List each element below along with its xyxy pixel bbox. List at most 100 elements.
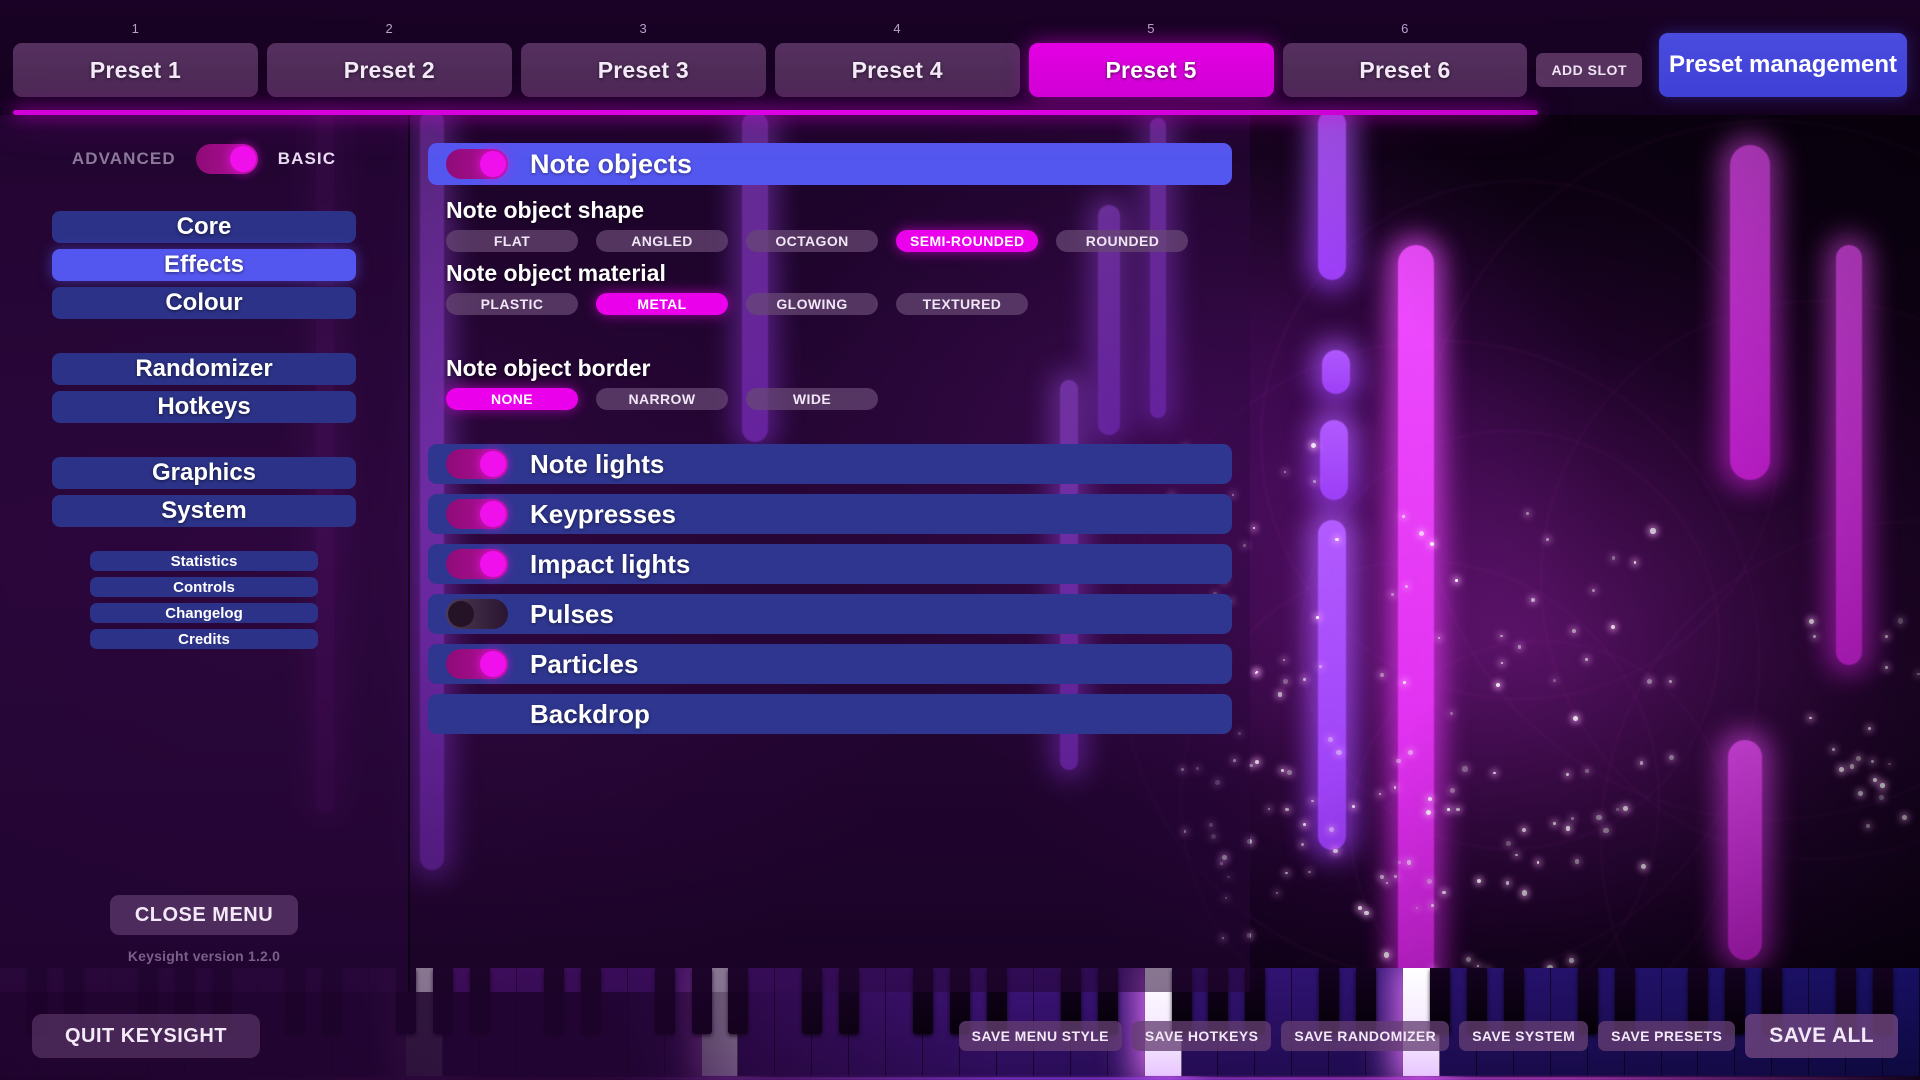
sidebar-subitem-changelog[interactable]: Changelog <box>90 603 318 623</box>
option-group-spacer <box>428 323 1232 349</box>
preset-slot-number: 5 <box>1147 21 1155 36</box>
preset-management-button[interactable]: Preset management <box>1659 33 1907 97</box>
close-menu-button[interactable]: CLOSE MENU <box>110 895 298 935</box>
toggle-note-lights[interactable] <box>446 449 508 479</box>
add-slot-button[interactable]: ADD SLOT <box>1536 53 1642 87</box>
toggle-pulses[interactable] <box>446 599 508 629</box>
option-chip-rounded[interactable]: ROUNDED <box>1056 230 1189 252</box>
app-window: 1 Preset 1 2 Preset 2 3 Preset 3 4 Preset 4 5 Pre… <box>0 0 1920 1080</box>
particle-spark <box>1868 726 1872 730</box>
preset-slot-number: 3 <box>639 21 648 36</box>
sidebar-item-graphics[interactable]: Graphics <box>52 457 356 489</box>
option-chip-row: PLASTIC METAL GLOWING TEXTURED <box>446 293 1232 315</box>
preset-slot: 5 Preset 5 <box>1028 21 1274 97</box>
particle-spark <box>1646 678 1652 685</box>
setting-row-label: Impact lights <box>530 548 691 579</box>
particle-spark <box>1499 634 1503 638</box>
save-presets-button[interactable]: SAVE PRESETS <box>1598 1021 1736 1051</box>
particle-spark <box>1553 822 1556 825</box>
particle-spark <box>1878 794 1884 800</box>
note-objects-toggle-knob <box>480 151 506 177</box>
particle-spark <box>1407 860 1412 865</box>
option-chip-glowing[interactable]: GLOWING <box>746 293 878 315</box>
preset-slot-number: 1 <box>131 21 140 36</box>
option-chip-none[interactable]: NONE <box>446 388 578 410</box>
particle-spark <box>1391 593 1394 596</box>
section-header-note-objects[interactable]: Note objects <box>428 143 1232 185</box>
preset-slot-number: 2 <box>385 21 394 36</box>
quit-keysight-button[interactable]: QUIT KEYSIGHT <box>32 1014 260 1058</box>
sidebar-subitem-controls[interactable]: Controls <box>90 577 318 597</box>
sidebar-item-randomizer[interactable]: Randomizer <box>52 353 356 385</box>
particle-spark <box>1449 787 1455 793</box>
particle-spark <box>1312 480 1316 484</box>
particle-spark <box>1447 808 1451 811</box>
particle-spark <box>1426 878 1433 884</box>
preset-slot: 4 Preset 4 <box>774 21 1020 97</box>
preset-button-4[interactable]: Preset 4 <box>774 43 1020 97</box>
particle-spark <box>1571 629 1576 634</box>
note-objects-toggle[interactable] <box>446 149 508 179</box>
save-menu-style-button[interactable]: SAVE MENU STYLE <box>958 1021 1122 1051</box>
setting-row-label: Particles <box>530 648 639 679</box>
setting-row-pulses[interactable]: Pulses <box>428 594 1232 634</box>
option-chip-flat[interactable]: FLAT <box>446 230 578 252</box>
preset-bar-underline <box>13 110 1538 115</box>
particle-spark <box>1380 672 1385 677</box>
particle-spark <box>1574 859 1580 864</box>
preset-button-6[interactable]: Preset 6 <box>1282 43 1528 97</box>
option-chip-metal[interactable]: METAL <box>596 293 728 315</box>
preset-button-2[interactable]: Preset 2 <box>266 43 512 97</box>
sidebar-item-effects[interactable]: Effects <box>52 249 356 281</box>
particle-spark <box>1398 860 1401 864</box>
mode-toggle[interactable] <box>195 144 258 174</box>
save-all-button[interactable]: SAVE ALL <box>1745 1014 1898 1058</box>
preset-button-1[interactable]: Preset 1 <box>13 43 258 97</box>
option-chip-plastic[interactable]: PLASTIC <box>446 293 578 315</box>
preset-slot: 1 Preset 1 <box>13 21 258 97</box>
save-system-button[interactable]: SAVE SYSTEM <box>1459 1021 1589 1051</box>
save-randomizer-button[interactable]: SAVE RANDOMIZER <box>1281 1021 1450 1051</box>
falling-note-bar <box>1322 350 1350 394</box>
sidebar-item-core[interactable]: Core <box>52 211 356 243</box>
toggle-keypresses[interactable] <box>446 499 508 529</box>
toggle-impact-lights[interactable] <box>446 549 508 579</box>
sidebar-item-colour[interactable]: Colour <box>52 287 356 319</box>
option-chip-angled[interactable]: ANGLED <box>596 230 728 252</box>
save-hotkeys-button[interactable]: SAVE HOTKEYS <box>1131 1021 1272 1051</box>
particle-spark <box>1639 761 1644 765</box>
particle-spark <box>1334 537 1339 542</box>
particle-spark <box>1283 679 1288 684</box>
setting-row-keypresses[interactable]: Keypresses <box>428 494 1232 534</box>
toggle-rows: Note lights Keypresses Impact lights Pulses… <box>428 444 1232 734</box>
particle-spark <box>1572 716 1578 722</box>
particle-spark <box>1462 766 1468 772</box>
option-chip-wide[interactable]: WIDE <box>746 388 878 410</box>
particle-spark <box>1425 809 1431 815</box>
sidebar-subitem-statistics[interactable]: Statistics <box>90 551 318 571</box>
option-chip-octagon[interactable]: OCTAGON <box>746 230 878 252</box>
preset-button-5[interactable]: Preset 5 <box>1028 43 1274 97</box>
sidebar-item-system[interactable]: System <box>52 495 356 527</box>
particle-spark <box>1622 806 1628 812</box>
nav-group-divider <box>52 325 356 353</box>
setting-row-impact-lights[interactable]: Impact lights <box>428 544 1232 584</box>
setting-row-backdrop[interactable]: Backdrop <box>428 694 1232 734</box>
particle-spark <box>1431 904 1434 907</box>
falling-note-bar <box>1318 110 1346 280</box>
setting-row-particles[interactable]: Particles <box>428 644 1232 684</box>
sidebar-item-hotkeys[interactable]: Hotkeys <box>52 391 356 423</box>
option-chip-narrow[interactable]: NARROW <box>596 388 728 410</box>
sidebar-subitem-credits[interactable]: Credits <box>90 629 318 649</box>
preset-button-3[interactable]: Preset 3 <box>520 43 766 97</box>
particle-spark <box>1383 952 1389 958</box>
falling-note-bar <box>1398 245 1434 1045</box>
preset-slot: 6 Preset 6 <box>1282 21 1528 97</box>
particle-spark <box>1668 679 1672 683</box>
particle-spark <box>1887 762 1891 766</box>
option-chip-textured[interactable]: TEXTURED <box>896 293 1028 315</box>
setting-row-note-lights[interactable]: Note lights <box>428 444 1232 484</box>
option-chip-semi-rounded[interactable]: SEMI-ROUNDED <box>896 230 1039 252</box>
particle-spark <box>1275 891 1278 895</box>
toggle-particles[interactable] <box>446 649 508 679</box>
